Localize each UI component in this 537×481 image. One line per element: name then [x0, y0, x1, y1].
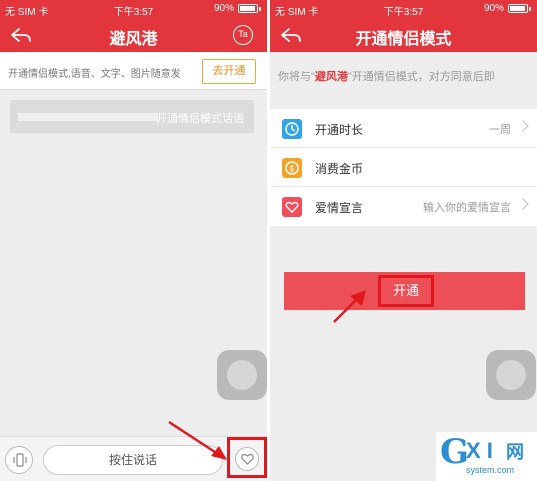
row-declaration[interactable]: 爱情宣言 输入你的爱情宣言 — [270, 187, 537, 226]
right-screen: 无 SIM 卡 下午3:57 90% 开通情侣模式 你将与"避风港"开通情侣模式… — [270, 0, 537, 481]
floating-assistive-button[interactable] — [486, 350, 536, 400]
heart-icon — [282, 197, 302, 217]
watermark-logo: G X I 网 system.com — [436, 432, 537, 481]
voice-mode-icon — [13, 453, 27, 467]
page-title: 避风港 — [109, 31, 158, 48]
battery-icon — [508, 4, 528, 13]
left-screen: 无 SIM 卡 下午3:57 90% 避风港 Ta 开通情侣模式,语音、文字、图… — [0, 0, 267, 481]
notice-banner: 你将与"避风港"开通情侣模式，对方同意后即 — [270, 52, 537, 100]
hold-to-talk-button[interactable]: 按住说话 — [43, 445, 223, 475]
ta-icon[interactable]: Ta — [233, 25, 253, 45]
nav-bar: 开通情侣模式 — [270, 18, 537, 52]
nav-bar: 避风港 Ta — [0, 18, 267, 52]
chevron-right-icon — [517, 198, 529, 210]
open-button-label[interactable]: 开通 — [378, 275, 434, 307]
promo-text: 开通情侣模式,语音、文字、图片随意发 — [8, 69, 181, 80]
coin-icon: $ — [282, 158, 302, 178]
battery-icon — [238, 4, 258, 13]
declaration-placeholder[interactable]: 输入你的爱情宣言 — [423, 199, 511, 215]
row-value: 一周 — [489, 124, 511, 136]
battery-percent: 90% — [213, 3, 234, 14]
chat-message: 开通情侣模式话语 — [10, 100, 254, 133]
chat-message-text: 开通情侣模式话语 — [156, 113, 244, 125]
go-open-button[interactable]: 去开通 — [202, 59, 256, 84]
chevron-right-icon — [517, 120, 529, 132]
page-title: 开通情侣模式 — [355, 31, 452, 48]
heart-button[interactable] — [235, 447, 259, 471]
settings-list: 开通时长 一周 $ 消费金币 爱情宣言 输入你的爱情宣言 — [270, 109, 537, 226]
row-label: 消费金币 — [315, 162, 364, 176]
voice-mode-toggle[interactable] — [5, 446, 33, 474]
promo-banner: 开通情侣模式,语音、文字、图片随意发 去开通 — [0, 52, 267, 90]
svg-text:$: $ — [289, 165, 295, 175]
battery-percent: 90% — [483, 3, 504, 14]
partner-name: 避风港 — [314, 71, 348, 83]
row-coins: $ 消费金币 — [270, 148, 537, 187]
row-duration[interactable]: 开通时长 一周 — [270, 109, 537, 148]
heart-icon — [241, 453, 254, 465]
row-label: 爱情宣言 — [315, 201, 364, 215]
floating-assistive-button[interactable] — [217, 350, 267, 400]
row-label: 开通时长 — [315, 123, 364, 137]
heart-button-highlight — [227, 437, 267, 478]
clock-icon — [282, 119, 302, 139]
notice-text: 你将与"避风港"开通情侣模式，对方同意后即 — [278, 71, 495, 83]
status-bar: 无 SIM 卡 下午3:57 90% — [270, 0, 537, 18]
status-bar: 无 SIM 卡 下午3:57 90% — [0, 0, 267, 18]
